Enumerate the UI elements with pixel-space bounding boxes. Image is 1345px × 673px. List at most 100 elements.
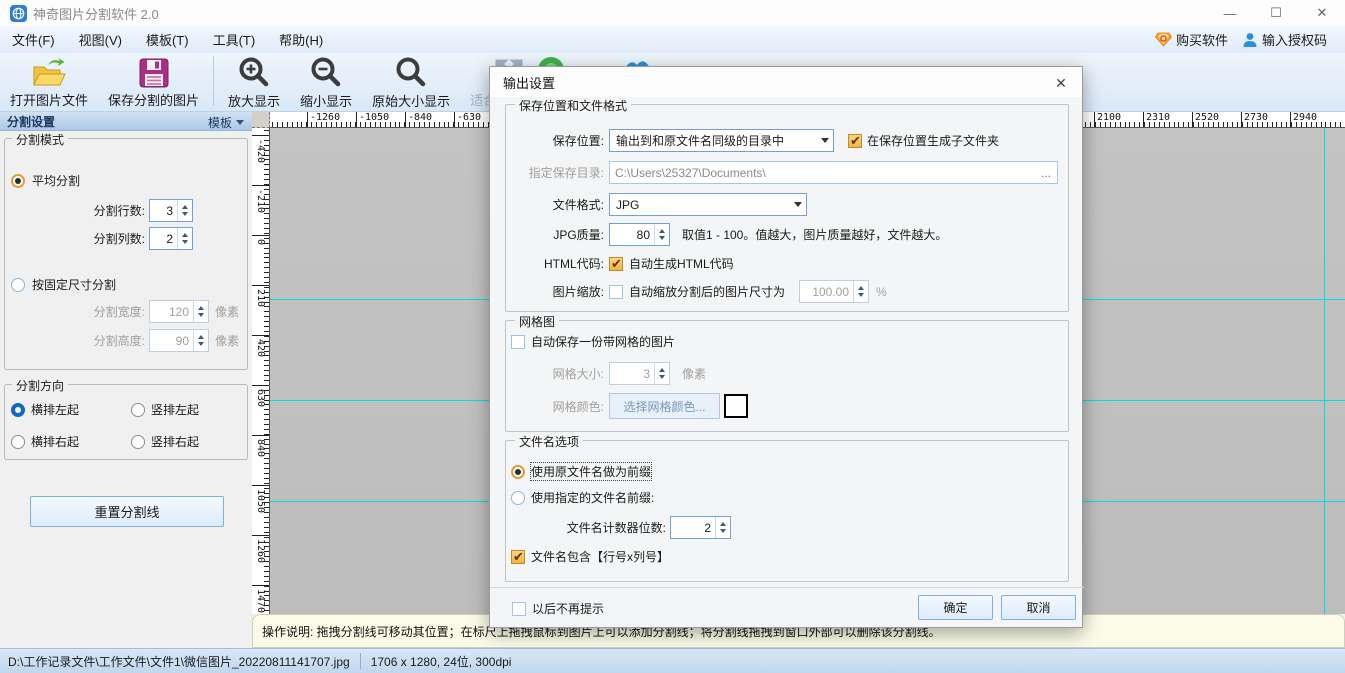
- spinner-arrows-icon[interactable]: [654, 363, 669, 384]
- menu-template[interactable]: 模板(T): [134, 26, 201, 53]
- spinner-arrows-icon[interactable]: [853, 281, 868, 302]
- rows-spinner[interactable]: 3: [149, 199, 193, 222]
- cols-spinner[interactable]: 2: [149, 227, 193, 250]
- template-dropdown-button[interactable]: 模板: [208, 114, 244, 131]
- direction-radio-lr[interactable]: [11, 403, 25, 417]
- status-bar: D:\工作记录文件\工作文件\文件1\微信图片_20220811141707.j…: [0, 648, 1345, 673]
- dialog-close-button[interactable]: ✕: [1050, 72, 1072, 94]
- save-split-images-button[interactable]: 保存分割的图片: [98, 53, 209, 109]
- panel-header: 分割设置 模板: [0, 112, 252, 131]
- v-ruler-label: 1050: [255, 489, 266, 513]
- v-ruler-label: -210: [255, 189, 266, 213]
- chevron-down-icon: [817, 138, 833, 143]
- use-original-name-radio[interactable]: [511, 465, 525, 479]
- split-settings-panel: 分割设置 模板 分割模式 平均分割 分割行数: 3 分割列数:: [0, 112, 252, 648]
- image-scale-label: 图片缩放:: [490, 283, 604, 300]
- fixed-size-split-radio[interactable]: [11, 278, 25, 292]
- split-height-label: 分割高度:: [5, 332, 145, 349]
- dialog-title-bar[interactable]: 输出设置 ✕: [490, 67, 1082, 97]
- v-ruler-label: 840: [255, 439, 266, 457]
- counter-digits-label: 文件名计数器位数:: [490, 519, 666, 536]
- browse-button[interactable]: ...: [1041, 166, 1051, 180]
- menu-tools[interactable]: 工具(T): [201, 26, 268, 53]
- split-direction-label: 分割方向: [12, 377, 68, 394]
- app-logo-icon: [10, 5, 27, 22]
- pixel-unit-label: 像素: [682, 365, 706, 382]
- image-scale-checkbox[interactable]: [609, 285, 623, 299]
- menu-help[interactable]: 帮助(H): [267, 26, 335, 53]
- save-dir-input[interactable]: C:\Users\25327\Documents\ ...: [609, 161, 1058, 184]
- zoom-out-button[interactable]: 缩小显示: [290, 53, 362, 109]
- pixel-unit-label: 像素: [215, 332, 239, 349]
- include-rowcol-checkbox[interactable]: [511, 550, 525, 564]
- direction-radio-tb-left[interactable]: [131, 403, 145, 417]
- open-image-button[interactable]: 打开图片文件: [0, 53, 98, 109]
- menu-file[interactable]: 文件(F): [0, 26, 67, 53]
- average-split-label: 平均分割: [32, 172, 80, 189]
- dont-show-again-label: 以后不再提示: [532, 600, 604, 617]
- spinner-arrows-icon[interactable]: [654, 224, 669, 245]
- v-ruler-label: -420: [255, 139, 266, 163]
- split-mode-label: 分割模式: [12, 131, 68, 148]
- h-ruler-label: -630: [457, 112, 481, 123]
- save-location-label: 保存位置:: [490, 132, 604, 149]
- status-separator: [360, 653, 361, 669]
- chevron-down-icon: [790, 202, 806, 207]
- split-height-spinner[interactable]: 90: [149, 329, 209, 352]
- filename-group-label: 文件名选项: [515, 433, 583, 450]
- fixed-size-split-label: 按固定尺寸分割: [32, 276, 116, 293]
- counter-digits-spinner[interactable]: 2: [670, 516, 731, 539]
- minimize-button[interactable]: —: [1207, 0, 1253, 26]
- original-size-button[interactable]: 原始大小显示: [362, 53, 460, 109]
- window-title: 神奇图片分割软件 2.0: [33, 4, 159, 23]
- h-ruler-label: 2730: [1244, 112, 1268, 123]
- reset-split-lines-button[interactable]: 重置分割线: [30, 496, 224, 527]
- spinner-arrows-icon[interactable]: [177, 228, 192, 249]
- html-code-label: HTML代码:: [490, 255, 604, 272]
- html-code-checkbox[interactable]: [609, 257, 623, 271]
- spinner-arrows-icon[interactable]: [177, 200, 192, 221]
- choose-grid-color-button[interactable]: 选择网格颜色...: [609, 393, 720, 419]
- dont-show-again-checkbox[interactable]: [512, 602, 526, 616]
- direction-radio-tb-right[interactable]: [131, 435, 145, 449]
- ok-button[interactable]: 确定: [918, 595, 993, 620]
- maximize-button[interactable]: ☐: [1253, 0, 1299, 26]
- menu-view[interactable]: 视图(V): [67, 26, 134, 53]
- percent-unit-label: %: [876, 285, 887, 299]
- grid-size-label: 网格大小:: [490, 365, 604, 382]
- grid-size-spinner[interactable]: 3: [609, 362, 670, 385]
- zoom-in-icon: [237, 56, 271, 90]
- save-grid-checkbox[interactable]: [511, 335, 525, 349]
- jpg-quality-spinner[interactable]: 80: [609, 223, 670, 246]
- v-ruler-label: 0: [255, 239, 266, 245]
- file-format-label: 文件格式:: [490, 196, 604, 213]
- image-scale-spinner[interactable]: 100.00: [799, 280, 869, 303]
- spinner-arrows-icon[interactable]: [193, 301, 208, 322]
- spinner-arrows-icon[interactable]: [193, 330, 208, 351]
- enter-license-button[interactable]: 输入授权码: [1262, 30, 1327, 49]
- file-format-select[interactable]: JPG: [609, 193, 807, 216]
- split-width-spinner[interactable]: 120: [149, 300, 209, 323]
- jpg-quality-label: JPG质量:: [490, 226, 604, 243]
- subfolder-checkbox-label: 在保存位置生成子文件夹: [867, 132, 999, 149]
- rows-label: 分割行数:: [5, 202, 145, 219]
- split-width-label: 分割宽度:: [5, 303, 145, 320]
- buy-software-button[interactable]: 购买软件: [1176, 30, 1228, 49]
- save-location-select[interactable]: 输出到和原文件名同级的目录中: [609, 129, 834, 152]
- close-button[interactable]: ✕: [1299, 0, 1345, 26]
- image-info-text: 1706 x 1280, 24位, 300dpi: [371, 653, 512, 670]
- h-ruler-label: 2940: [1293, 112, 1317, 123]
- grid-group-label: 网格图: [515, 313, 559, 330]
- h-ruler-label: -840: [408, 112, 432, 123]
- use-custom-name-radio[interactable]: [511, 491, 525, 505]
- split-line[interactable]: [1324, 128, 1325, 614]
- direction-radio-rl[interactable]: [11, 435, 25, 449]
- zoom-in-button[interactable]: 放大显示: [218, 53, 290, 109]
- quality-hint-text: 取值1 - 100。值越大，图片质量越好，文件越大。: [682, 226, 947, 243]
- h-ruler-label: -1260: [310, 112, 340, 123]
- vertical-ruler[interactable]: -420-2100210420630840105012601470: [252, 128, 270, 614]
- spinner-arrows-icon[interactable]: [715, 517, 730, 538]
- average-split-radio[interactable]: [11, 174, 25, 188]
- subfolder-checkbox[interactable]: [848, 134, 862, 148]
- cancel-button[interactable]: 取消: [1001, 595, 1076, 620]
